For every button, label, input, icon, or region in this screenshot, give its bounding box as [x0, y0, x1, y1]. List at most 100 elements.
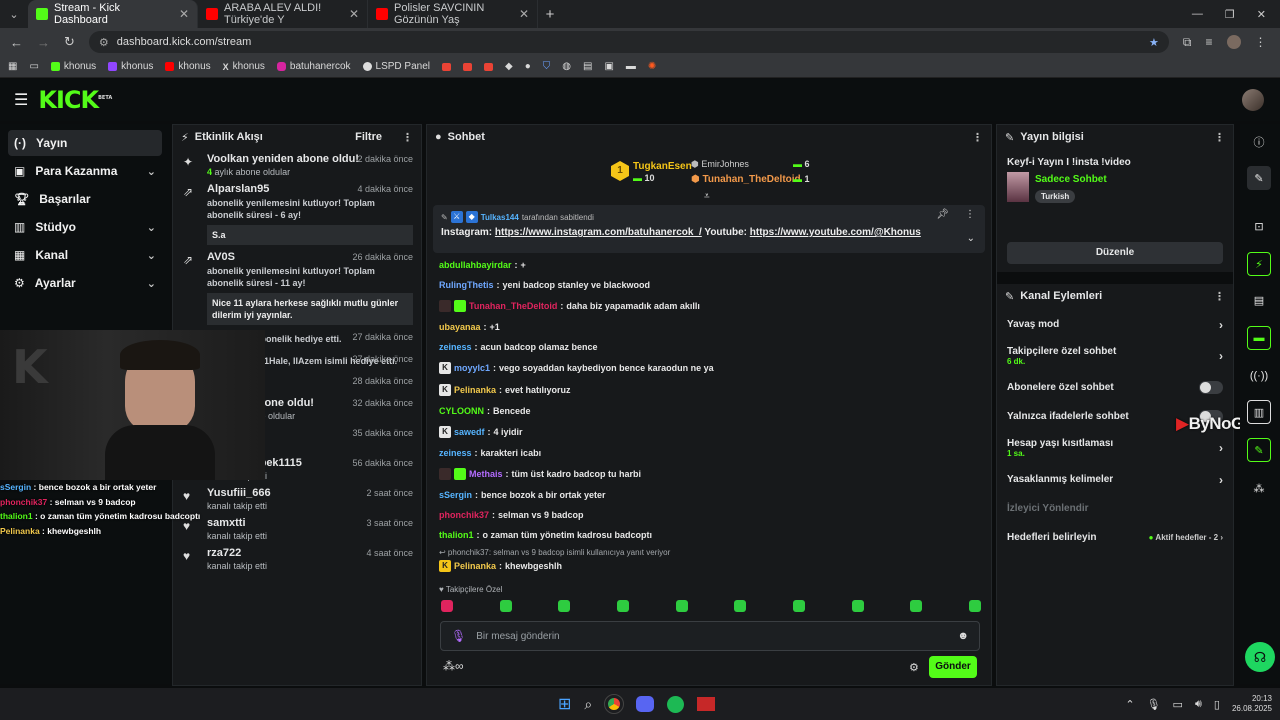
- bookmark-misc-1[interactable]: ◆: [505, 61, 513, 72]
- tab-youtube-1[interactable]: ARABA ALEV ALDI! Türkiye'de Y ✕: [198, 0, 368, 28]
- chat-username[interactable]: Pelinanka: [454, 385, 496, 395]
- bookmark-misc-2[interactable]: ●: [525, 61, 531, 72]
- nav-studyo[interactable]: ▥ Stüdyo ⌄: [8, 214, 162, 240]
- emote-icon[interactable]: [499, 600, 512, 612]
- chat-username[interactable]: thalion1: [439, 530, 474, 540]
- channel-action-item[interactable]: Abonelere özel sohbet: [997, 375, 1233, 400]
- category-thumbnail[interactable]: [1007, 172, 1029, 202]
- windows-start-icon[interactable]: ⊞: [558, 694, 571, 714]
- nav-ayarlar[interactable]: ⚙ Ayarlar ⌄: [8, 270, 162, 296]
- chat-input[interactable]: 🎙︎ Bir mesaj gönderin ☻: [440, 621, 980, 651]
- emote-icon[interactable]: [734, 600, 747, 612]
- bookmark-misc-4[interactable]: ◍: [562, 61, 571, 72]
- chat-username[interactable]: RulingThetis: [439, 280, 494, 290]
- channel-points-icon[interactable]: ⁂: [1247, 476, 1271, 500]
- emote-icon[interactable]: [558, 600, 571, 612]
- nav-basarilar[interactable]: 🏆︎ Başarılar: [8, 186, 162, 212]
- browser-menu-icon[interactable]: ⋮: [1255, 35, 1267, 49]
- tag-chip[interactable]: Turkish: [1035, 190, 1076, 203]
- pinned-by-user[interactable]: Tulkas144: [481, 213, 519, 222]
- leader-3[interactable]: ⬢ Tunahan_TheDeltoid: [691, 174, 801, 185]
- leader-1-name[interactable]: TugkanEsen: [633, 161, 692, 172]
- filter-button[interactable]: Filtre: [355, 131, 382, 143]
- url-field[interactable]: ⚙ dashboard.kick.com/stream ★: [88, 31, 1169, 53]
- site-info-icon[interactable]: ⚙: [99, 36, 109, 49]
- channel-action-item[interactable]: Hedefleri belirleyin ● Aktif hedefler - 2…: [997, 525, 1233, 550]
- chat-settings-gear-icon[interactable]: ⚙: [909, 661, 919, 674]
- emote-icon[interactable]: [675, 600, 688, 612]
- bookmark-misc-8[interactable]: ✺: [648, 61, 656, 72]
- reading-list-icon[interactable]: ≡: [1205, 35, 1212, 49]
- collapse-leaderboard-icon[interactable]: ⩡: [704, 191, 710, 202]
- leader-2[interactable]: ⬢ EmirJohnes: [691, 159, 749, 170]
- chat-username[interactable]: sSergin: [439, 490, 472, 500]
- more-options-icon[interactable]: ⋮: [1214, 290, 1225, 303]
- emote-icon[interactable]: [910, 600, 923, 612]
- bookmark-gmail-2[interactable]: [463, 62, 473, 71]
- unpin-icon[interactable]: 📌︎: [936, 209, 949, 220]
- chat-username[interactable]: moyylc1: [454, 363, 490, 373]
- chat-username[interactable]: abdullahbayirdar: [439, 260, 512, 270]
- bookmark-twitch[interactable]: khonus: [108, 61, 153, 72]
- youtube-link[interactable]: https://www.youtube.com/@Khonus: [750, 227, 921, 238]
- bookmark-misc-6[interactable]: ▣: [604, 61, 613, 72]
- tab-youtube-2[interactable]: Polisler SAVCININ Gözünün Yaş ✕: [368, 0, 538, 28]
- kick-logo[interactable]: KICKBETA: [38, 86, 112, 114]
- close-window-icon[interactable]: ✕: [1257, 8, 1266, 21]
- profile-avatar[interactable]: [1226, 35, 1241, 49]
- apps-grid-icon[interactable]: ▦: [8, 61, 17, 72]
- user-avatar[interactable]: [1242, 89, 1264, 111]
- expand-pinned-icon[interactable]: ⌄: [967, 233, 975, 244]
- nav-kanal[interactable]: ▦ Kanal ⌄: [8, 242, 162, 268]
- edit-pencil-icon[interactable]: ✎: [1247, 166, 1271, 190]
- bookmark-kick[interactable]: khonus: [50, 61, 96, 72]
- bookmark-youtube[interactable]: khonus: [165, 61, 211, 72]
- document-icon[interactable]: ▤: [1247, 288, 1271, 312]
- bookmark-misc-3[interactable]: ⛉: [543, 61, 551, 72]
- chat-username[interactable]: sawedf: [454, 427, 485, 437]
- nav-yayin[interactable]: (·) Yayın: [8, 130, 162, 156]
- channel-points-icon[interactable]: ⁂∞: [443, 659, 464, 673]
- chat-username[interactable]: Pelinanka: [454, 561, 496, 571]
- spotify-icon[interactable]: [667, 695, 685, 713]
- tab-kick-dashboard[interactable]: Stream - Kick Dashboard ✕: [28, 0, 198, 28]
- emote-icon[interactable]: [968, 600, 981, 612]
- bookmark-instagram[interactable]: batuhanercok: [276, 61, 351, 72]
- forward-icon[interactable]: →: [37, 35, 50, 50]
- category-name[interactable]: Sadece Sohbet: [1035, 174, 1107, 185]
- close-tab-icon[interactable]: ✕: [349, 7, 359, 21]
- bookmark-gmail-1[interactable]: [442, 62, 452, 71]
- nav-para-kazanma[interactable]: ▣ Para Kazanma ⌄: [8, 158, 162, 184]
- layout-icon[interactable]: ▥: [1247, 400, 1271, 424]
- channel-action-item[interactable]: İzleyici Yönlendir: [997, 496, 1233, 521]
- microphone-icon[interactable]: 🎙︎: [451, 629, 466, 643]
- app-icon[interactable]: [697, 697, 716, 711]
- emote-icon[interactable]: [792, 600, 805, 612]
- edit-button[interactable]: Düzenle: [1007, 242, 1223, 264]
- monitor-icon[interactable]: ▭: [1173, 698, 1183, 711]
- pinned-more-icon[interactable]: ⋮: [965, 209, 975, 220]
- chat-bubble-icon[interactable]: ▬: [1247, 326, 1271, 350]
- bookmark-gmail-3[interactable]: [484, 62, 494, 71]
- search-icon[interactable]: ⌕: [584, 696, 592, 713]
- emote-icon[interactable]: [441, 600, 453, 612]
- battery-icon[interactable]: ▯: [1214, 698, 1220, 711]
- chat-username[interactable]: Methais: [469, 469, 503, 479]
- lightning-icon[interactable]: ⚡: [1247, 252, 1271, 276]
- capture-icon[interactable]: ⊡: [1247, 214, 1271, 238]
- support-headset-icon[interactable]: ☊: [1245, 642, 1275, 672]
- close-tab-icon[interactable]: ✕: [179, 7, 189, 21]
- bookmark-misc-5[interactable]: ▤: [583, 61, 592, 72]
- restore-icon[interactable]: ❐: [1225, 8, 1235, 21]
- broadcast-icon[interactable]: ((·)): [1247, 364, 1271, 388]
- more-options-icon[interactable]: ⋮: [402, 131, 413, 144]
- close-tab-icon[interactable]: ✕: [519, 7, 529, 21]
- toggle-switch[interactable]: [1199, 381, 1223, 394]
- bookmark-star-icon[interactable]: ★: [1149, 36, 1159, 49]
- folder-icon[interactable]: ▭: [29, 61, 38, 72]
- chat-username[interactable]: ubayanaa: [439, 322, 481, 332]
- chat-username[interactable]: Tunahan_TheDeltoid: [469, 301, 557, 311]
- wrench-icon[interactable]: ✎: [1247, 438, 1271, 462]
- channel-action-item[interactable]: Yavaş mod ›: [997, 312, 1233, 337]
- tab-list-chevron-icon[interactable]: ⌄: [0, 8, 28, 21]
